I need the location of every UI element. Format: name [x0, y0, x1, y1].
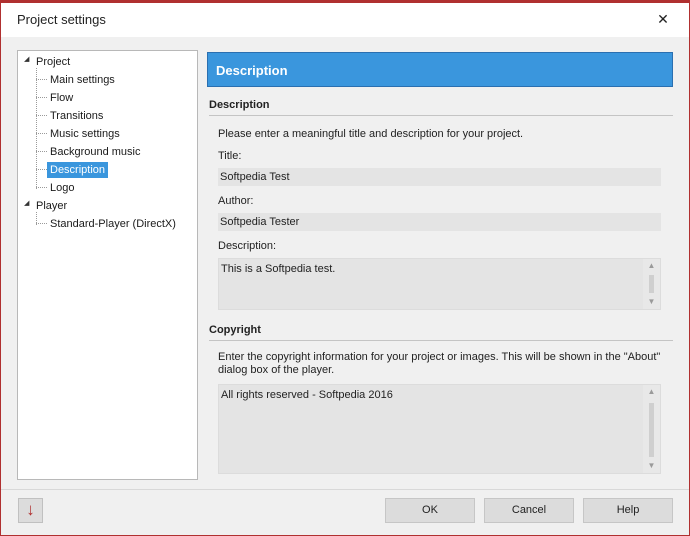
- author-label: Author:: [218, 195, 254, 207]
- description-scrollbar[interactable]: ▲ ▼: [643, 259, 660, 309]
- copyright-textarea[interactable]: All rights reserved - Softpedia 2016 ▲ ▼: [218, 384, 661, 474]
- copyright-heading: Copyright: [209, 324, 261, 336]
- project-settings-dialog: Project settings ✕ ◢ Project Main settin…: [0, 0, 690, 536]
- copyright-scrollbar[interactable]: ▲ ▼: [643, 385, 660, 473]
- tree-connector: [36, 169, 47, 170]
- page-title: Description: [216, 63, 288, 78]
- copyright-text: All rights reserved - Softpedia 2016: [221, 389, 393, 401]
- scroll-down-icon[interactable]: ▼: [643, 295, 660, 309]
- tree-item-project[interactable]: Project: [36, 54, 70, 70]
- section-divider: [209, 340, 673, 341]
- description-label: Description:: [218, 240, 277, 252]
- tree-item-description[interactable]: Description: [47, 162, 109, 178]
- scroll-down-icon[interactable]: ▼: [643, 459, 660, 473]
- tree-connector: [36, 187, 47, 188]
- title-label: Title:: [218, 150, 242, 162]
- tree-item-music-settings[interactable]: Music settings: [50, 126, 120, 142]
- tree-connector: [36, 97, 47, 98]
- tree-connector: [36, 115, 47, 116]
- cancel-button[interactable]: Cancel: [484, 498, 574, 523]
- author-field[interactable]: Softpedia Tester: [218, 213, 661, 231]
- down-arrow-icon[interactable]: ↓: [18, 498, 43, 523]
- help-button[interactable]: Help: [583, 498, 673, 523]
- tree-item-player[interactable]: Player: [36, 198, 67, 214]
- collapse-icon[interactable]: ◢: [24, 56, 29, 64]
- description-intro: Please enter a meaningful title and desc…: [218, 128, 524, 140]
- footer-divider: [1, 489, 689, 490]
- ok-button[interactable]: OK: [385, 498, 475, 523]
- title-field[interactable]: Softpedia Test: [218, 168, 661, 186]
- close-icon[interactable]: ✕: [655, 11, 671, 27]
- scroll-thumb[interactable]: [649, 275, 654, 293]
- page-header: Description: [207, 52, 673, 87]
- title-bar[interactable]: Project settings ✕: [1, 3, 689, 37]
- tree-item-logo[interactable]: Logo: [50, 180, 74, 196]
- scroll-thumb[interactable]: [649, 403, 654, 457]
- scroll-up-icon[interactable]: ▲: [643, 259, 660, 273]
- tree-item-background-music[interactable]: Background music: [50, 144, 141, 160]
- tree-item-flow[interactable]: Flow: [50, 90, 73, 106]
- settings-tree[interactable]: ◢ Project Main settings Flow Transitions…: [17, 50, 198, 480]
- copyright-intro-line1: Enter the copyright information for your…: [218, 351, 661, 363]
- tree-connector: [36, 79, 47, 80]
- description-heading: Description: [209, 99, 270, 111]
- copyright-intro-line2: dialog box of the player.: [218, 364, 335, 376]
- collapse-icon[interactable]: ◢: [24, 200, 29, 208]
- description-text: This is a Softpedia test.: [221, 263, 336, 275]
- tree-connector: [36, 151, 47, 152]
- scroll-up-icon[interactable]: ▲: [643, 385, 660, 399]
- tree-connector: [36, 68, 37, 189]
- tree-item-main-settings[interactable]: Main settings: [50, 72, 115, 88]
- tree-item-transitions[interactable]: Transitions: [50, 108, 103, 124]
- description-textarea[interactable]: This is a Softpedia test. ▲ ▼: [218, 258, 661, 310]
- window-title: Project settings: [17, 12, 106, 27]
- tree-item-standard-player[interactable]: Standard-Player (DirectX): [50, 216, 176, 232]
- tree-connector: [36, 223, 47, 224]
- tree-connector: [36, 133, 47, 134]
- section-divider: [209, 115, 673, 116]
